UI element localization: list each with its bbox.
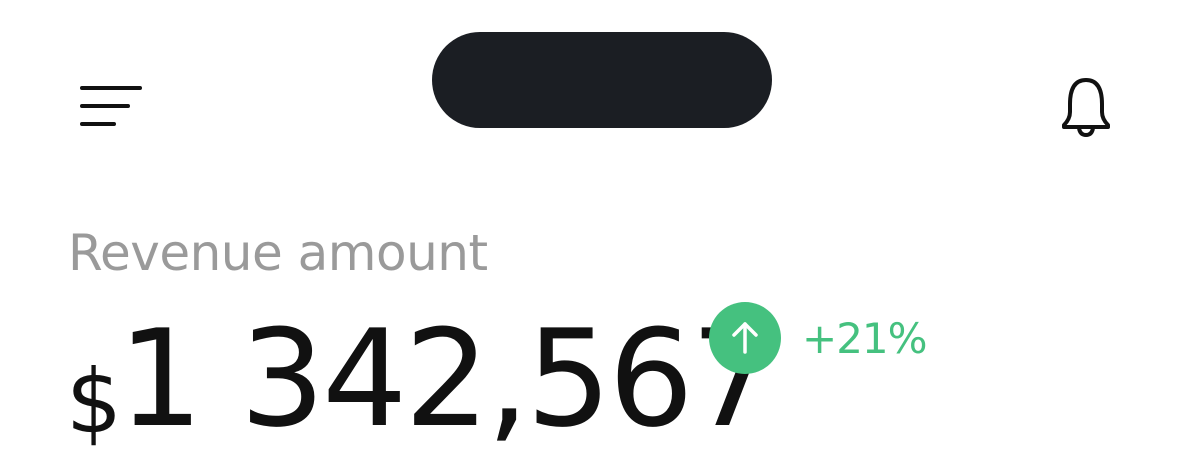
camera-notch	[432, 32, 772, 128]
currency-symbol: $	[66, 350, 122, 453]
amount-value: 1 342,567	[118, 301, 776, 457]
bell-icon	[1062, 78, 1110, 138]
menu-icon	[80, 86, 142, 126]
menu-button[interactable]	[72, 78, 152, 138]
trend-badge	[709, 302, 781, 374]
change-percent: +21%	[802, 314, 928, 363]
notifications-button[interactable]	[1050, 70, 1124, 144]
revenue-label: Revenue amount	[68, 224, 488, 282]
arrow-up-icon	[732, 322, 758, 354]
